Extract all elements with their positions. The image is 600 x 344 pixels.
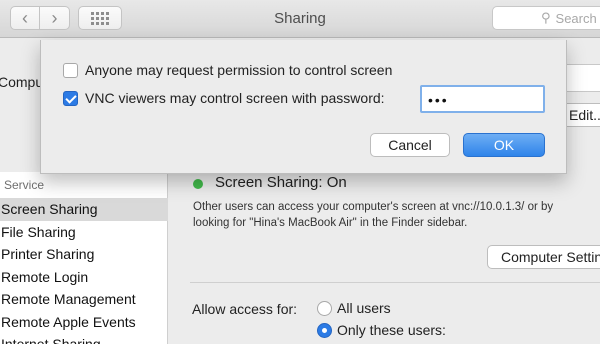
allow-access-label: Allow access for: [192,301,298,317]
cancel-button[interactable]: Cancel [370,133,450,157]
vnc-password-checkbox[interactable] [63,90,78,106]
search-icon: ⚲ [541,10,551,25]
computer-settings-button[interactable]: Computer Settings... [487,245,600,269]
radio-button[interactable] [317,300,332,316]
description-line: looking for "Hina's MacBook Air" in the … [193,217,468,229]
request-permission-option[interactable]: Anyone may request permission to control… [63,62,392,78]
sidebar-item-file-sharing[interactable]: File Sharing [0,221,168,244]
request-permission-checkbox[interactable] [63,62,78,78]
sidebar-item-remote-login[interactable]: Remote Login [0,266,168,289]
status-indicator [193,179,203,189]
radio-only-these-users[interactable]: Only these users: [317,322,446,338]
vnc-password-label: VNC viewers may control screen with pass… [85,90,385,106]
radio-label: All users [337,300,391,316]
radio-button[interactable] [317,322,332,338]
sidebar-item-remote-management[interactable]: Remote Management [0,288,168,311]
sidebar-item-screen-sharing[interactable]: Screen Sharing [0,198,168,221]
radio-all-users[interactable]: All users [317,300,391,316]
sidebar-item-printer-sharing[interactable]: Printer Sharing [0,243,168,266]
vnc-password-field[interactable]: ••• [420,85,545,113]
toolbar: ‹ › Sharing ⚲ Search [0,0,600,38]
status-text: Screen Sharing: On [215,174,347,191]
vnc-password-option[interactable]: VNC viewers may control screen with pass… [63,90,385,106]
sidebar-item-remote-apple-events[interactable]: Remote Apple Events [0,311,168,334]
computer-settings-sheet: Anyone may request permission to control… [40,40,567,174]
request-permission-label: Anyone may request permission to control… [85,62,393,78]
sidebar-item-internet-sharing[interactable]: Internet Sharing [0,333,168,344]
service-list-header: Service [4,178,45,192]
sharing-description: Other users can access your computer's s… [193,199,600,231]
ok-button[interactable]: OK [463,133,545,157]
radio-label: Only these users: [337,322,446,338]
description-line: Other users can access your computer's s… [193,201,554,213]
service-list: Service Screen Sharing File Sharing Prin… [0,172,168,344]
divider [190,282,600,283]
search-placeholder: Search [555,10,597,26]
search-input[interactable]: ⚲ Search [492,6,600,30]
